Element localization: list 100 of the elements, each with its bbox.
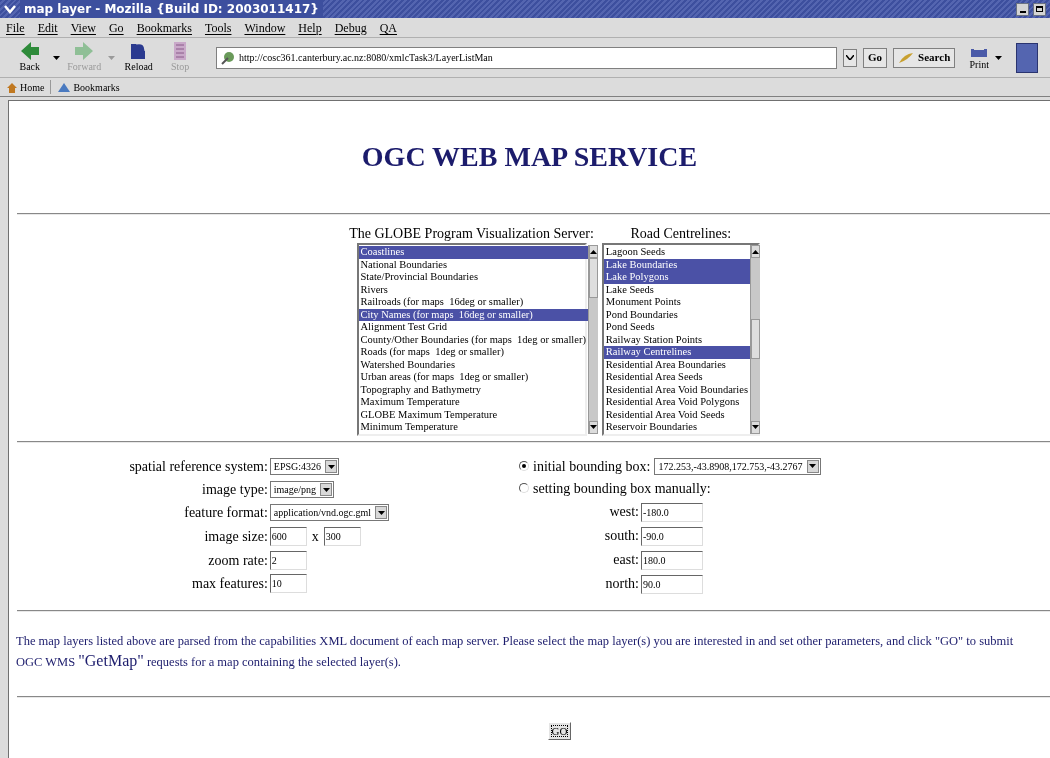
list-option[interactable]: GLOBE Maximum Temperature <box>358 408 588 421</box>
layer-list[interactable] <box>601 243 760 436</box>
radio-button[interactable] <box>519 483 529 493</box>
dropdown-caret-icon[interactable] <box>53 55 61 60</box>
list-option[interactable]: Lagoon Seeds <box>603 246 751 259</box>
list-option[interactable]: Lake Polygons <box>603 271 751 284</box>
list-option[interactable]: Watershed Boundaries <box>358 358 588 371</box>
home-bookmark[interactable]: Home <box>4 79 47 95</box>
menu-item[interactable]: Help <box>298 18 322 37</box>
list-option[interactable]: Railroads (for maps 16deg or smaller) <box>358 296 588 309</box>
search-button[interactable]: Search <box>893 47 956 68</box>
field-label: image type: <box>201 481 268 499</box>
menu-item[interactable]: Window <box>244 18 286 37</box>
list-option[interactable]: Lake Seeds <box>603 283 751 296</box>
select-field[interactable]: application/vnd.ogc.gml <box>269 504 389 521</box>
menu-item[interactable]: Tools <box>204 18 232 37</box>
field-label: max features: <box>191 575 268 593</box>
menu-item[interactable]: Bookmarks <box>136 18 192 37</box>
list-option[interactable]: Residential Area Void Boundaries <box>603 383 751 396</box>
menu-item[interactable]: View <box>70 18 96 37</box>
print-button[interactable]: Print <box>969 43 990 72</box>
field-label: zoom rate: <box>207 552 268 570</box>
dropdown-button[interactable] <box>843 48 857 67</box>
scroll-up-icon[interactable] <box>752 249 760 254</box>
field-label: image size: <box>203 528 268 546</box>
input-field[interactable]: 10 <box>269 574 307 593</box>
list-option[interactable]: Monument Points <box>603 296 751 309</box>
select-field[interactable]: 172.253,-43.8908,172.753,-43.2767 <box>654 457 821 475</box>
list-option[interactable]: Alignment Test Grid <box>358 321 588 334</box>
list-option[interactable]: Lake Boundaries <box>603 258 751 271</box>
bookmarks-icon <box>57 81 72 93</box>
input-field[interactable]: -180.0 <box>641 502 703 522</box>
list-option[interactable]: Railway Centrelines <box>603 346 751 359</box>
scroll-down-icon[interactable] <box>752 425 760 429</box>
dropdown-caret-icon[interactable] <box>995 55 1003 60</box>
scroll-thumb[interactable] <box>751 319 761 360</box>
scroll-down-icon[interactable] <box>589 425 597 429</box>
menu-item[interactable]: Edit <box>37 18 58 37</box>
list-option[interactable]: Reservoir Boundaries <box>603 421 751 434</box>
caret-icon <box>846 55 855 60</box>
list-option[interactable]: Urban areas (for maps 1deg or smaller) <box>358 371 588 384</box>
list-option[interactable]: Rivers <box>358 283 588 296</box>
minimize-icon[interactable] <box>1016 2 1029 16</box>
scroll-up-icon[interactable] <box>589 249 597 254</box>
caret-icon <box>322 487 330 492</box>
input-field[interactable]: 90.0 <box>641 574 703 594</box>
list-option[interactable]: Railway Station Points <box>603 333 751 346</box>
list-option[interactable]: State/Provincial Boundaries <box>358 271 588 284</box>
list-option[interactable]: Pond Boundaries <box>603 308 751 321</box>
radio-button[interactable] <box>519 461 529 471</box>
menu-item[interactable]: Go <box>108 18 124 37</box>
list-option[interactable]: City Names (for maps 16deg or smaller) <box>358 308 588 321</box>
window-menu-icon[interactable] <box>4 4 16 14</box>
list-option[interactable]: Maximum Temperature <box>358 396 588 409</box>
list-option[interactable]: Residential Area Seeds <box>603 371 751 384</box>
input-field[interactable]: 2 <box>269 551 307 570</box>
maximize-icon[interactable] <box>1033 2 1046 16</box>
go-button[interactable]: Go <box>863 47 888 68</box>
list-option[interactable]: County/Other Boundaries (for maps 1deg or smaller) <box>358 333 588 346</box>
input-field[interactable]: 300 <box>323 527 361 546</box>
list-option[interactable]: Pond Seeds <box>603 321 751 334</box>
field-label: west: <box>608 502 639 521</box>
input-field[interactable]: 600 <box>269 527 307 546</box>
reload-button[interactable]: Reload <box>120 41 157 74</box>
list-option[interactable]: Residential Area Void Seeds <box>603 408 751 421</box>
menu-item[interactable]: Debug <box>334 18 367 37</box>
list-option[interactable]: Topography and Bathymetry <box>358 383 588 396</box>
field-label: feature format: <box>183 504 268 522</box>
go-submit-button[interactable]: GO <box>547 721 572 740</box>
caret-icon <box>327 464 335 469</box>
list-option[interactable]: National Boundaries <box>358 258 588 271</box>
scrollbar[interactable] <box>750 245 761 434</box>
page-heading: OGC WEB MAP SERVICE <box>360 140 699 174</box>
radio-label: setting bounding box manually: <box>533 479 711 498</box>
radio-label: initial bounding box: <box>533 457 651 476</box>
address-field[interactable]: http://cosc361.canterbury.ac.nz:8080/xmlcTask3/LayerListMan <box>215 46 838 69</box>
list-option[interactable]: Residential Area Void Polygons <box>603 396 751 409</box>
bookmarks-bookmark[interactable]: Bookmarks <box>55 79 122 95</box>
back-button[interactable]: Back <box>12 41 48 74</box>
list-option[interactable]: Roads (for maps 1deg or smaller) <box>358 346 588 359</box>
list-option[interactable]: Coastlines <box>358 246 588 259</box>
scrollbar[interactable] <box>587 245 598 434</box>
input-field[interactable]: 180.0 <box>641 550 703 570</box>
field-label: north: <box>604 574 639 593</box>
list-option[interactable]: Minimum Temperature <box>358 421 588 434</box>
list-option[interactable]: Residential Area Boundaries <box>603 358 751 371</box>
window-title: map layer - Mozilla {Build ID: 2003011417} <box>20 0 323 18</box>
scroll-thumb[interactable] <box>588 258 598 298</box>
menu-item[interactable]: QA <box>379 18 397 37</box>
list-title: Road Centrelines: <box>630 225 732 243</box>
list-title: The GLOBE Program Visualization Server: <box>349 225 594 243</box>
instructions-text: The map layers listed above are parsed from the capabilities XML document of each map server. Please select the map layer(s) you are interested in and set other parameters, and click "GO" to submit OGC WMS "GetMap" requests for a map containing the selected layer(s). <box>16 632 1015 672</box>
menu-item[interactable]: File <box>6 18 25 37</box>
select-field[interactable]: EPSG:4326 <box>269 458 340 475</box>
search-icon <box>898 51 915 64</box>
field-label: spatial reference system: <box>129 458 268 476</box>
caret-icon <box>809 464 817 468</box>
select-field[interactable]: image/png <box>269 481 334 498</box>
input-field[interactable]: -90.0 <box>641 526 703 546</box>
home-icon <box>6 81 18 93</box>
